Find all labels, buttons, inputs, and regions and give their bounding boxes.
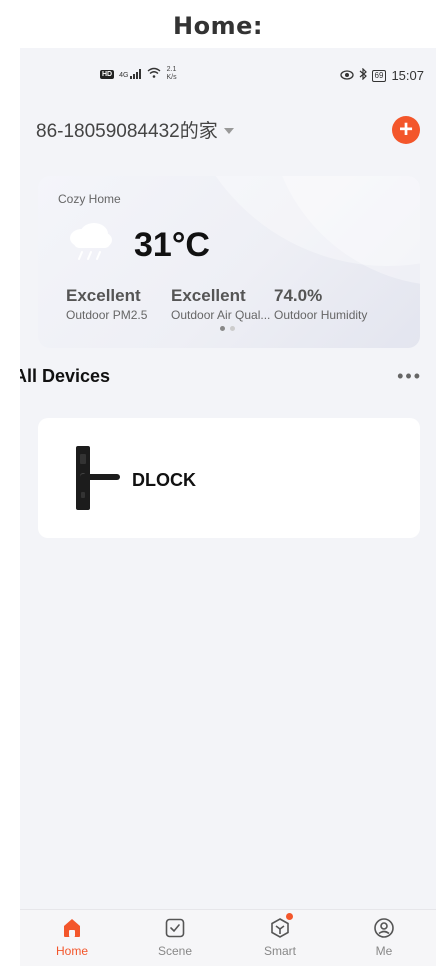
- page-caption: Home:: [173, 12, 263, 40]
- tab-label: Me: [375, 944, 393, 958]
- page-dot: [230, 326, 235, 331]
- page-indicator: [220, 326, 235, 331]
- stat-pm25: Excellent Outdoor PM2.5: [66, 286, 166, 322]
- weather-location: Cozy Home: [58, 192, 121, 206]
- signal-type: 4G: [119, 72, 129, 79]
- status-right: 69 15:07: [339, 67, 424, 83]
- devices-section-header: All Devices •••: [20, 366, 422, 392]
- tab-me[interactable]: Me: [344, 916, 424, 958]
- signal-icon: 4G: [119, 69, 142, 79]
- stat-label: Outdoor PM2.5: [66, 308, 148, 322]
- home-selector[interactable]: 86-18059084432的家: [36, 116, 234, 143]
- hd-badge: HD: [100, 69, 115, 79]
- stat-value: 74.0%: [274, 286, 323, 305]
- section-title: All Devices: [20, 366, 111, 386]
- caret-down-icon: [223, 127, 234, 134]
- rain-cloud-icon: [66, 222, 116, 267]
- stat-value: Excellent: [171, 286, 246, 305]
- status-left: HD 4G 2.1 K/s: [100, 66, 177, 82]
- temperature: 31°C: [134, 226, 210, 264]
- phone-screen: HD 4G 2.1 K/s 69 15:07 86-18059084432的家 …: [20, 48, 436, 966]
- device-name: DLOCK: [132, 470, 196, 490]
- door-lock-icon: [74, 446, 122, 515]
- page-dot-active: [220, 326, 225, 331]
- stat-humidity: 74.0% Outdoor Humidity: [274, 286, 384, 322]
- stat-label: Outdoor Air Qual...: [171, 308, 271, 322]
- bottom-tab-bar: Home Scene Smart Me: [20, 909, 436, 966]
- notification-badge: [286, 913, 293, 920]
- profile-icon: [344, 916, 424, 940]
- device-card[interactable]: DLOCK: [38, 418, 420, 538]
- wifi-icon: [147, 67, 161, 81]
- bluetooth-icon: [359, 67, 367, 83]
- home-name: 86-18059084432的家: [36, 121, 218, 142]
- tab-label: Smart: [263, 944, 296, 958]
- home-header: 86-18059084432的家 +: [36, 116, 420, 146]
- net-speed-unit: K/s: [166, 74, 177, 81]
- home-icon: [32, 916, 112, 940]
- stat-label: Outdoor Humidity: [274, 308, 368, 322]
- scene-icon: [135, 916, 215, 940]
- weather-card[interactable]: Cozy Home 31°C Excellent Outdoor PM2.5 E…: [38, 176, 420, 348]
- tab-smart[interactable]: Smart: [240, 913, 320, 958]
- more-options-icon[interactable]: •••: [397, 366, 422, 387]
- stat-value: Excellent: [66, 286, 141, 305]
- net-speed: 2.1 K/s: [166, 66, 176, 82]
- add-device-button[interactable]: +: [392, 116, 420, 144]
- battery-icon: 69: [371, 69, 387, 82]
- status-time: 15:07: [391, 68, 424, 83]
- tab-scene[interactable]: Scene: [135, 916, 215, 958]
- net-speed-value: 2.1: [166, 66, 177, 73]
- smart-icon: [240, 913, 320, 940]
- tab-label: Scene: [157, 944, 193, 958]
- status-bar: HD 4G 2.1 K/s 69 15:07: [20, 48, 436, 96]
- tab-label: Home: [55, 944, 88, 958]
- tab-home[interactable]: Home: [32, 916, 112, 958]
- eye-icon: [339, 68, 354, 83]
- stat-air-quality: Excellent Outdoor Air Qual...: [171, 286, 281, 322]
